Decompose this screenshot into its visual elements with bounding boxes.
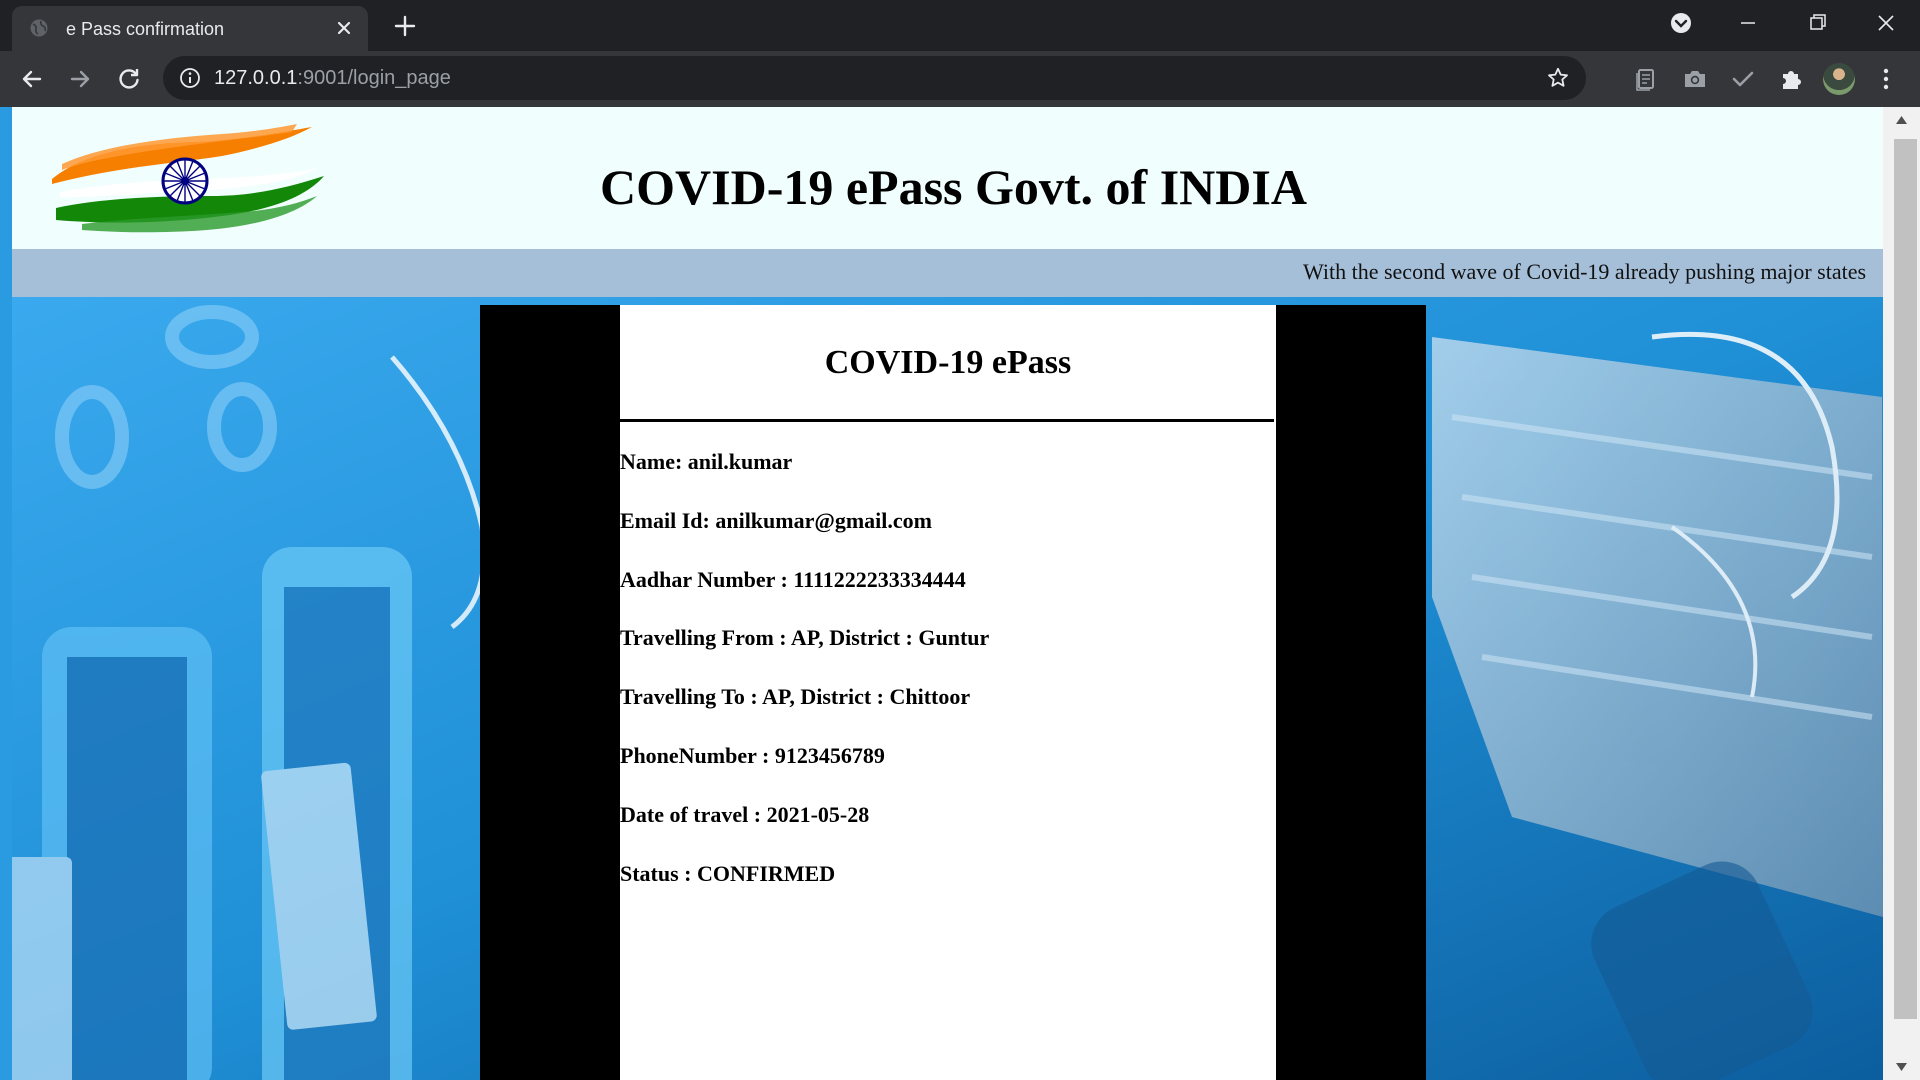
puzzle-icon[interactable] [1777, 65, 1805, 93]
plus-icon[interactable] [392, 13, 418, 39]
field-aadhar: Aadhar Number : 1111222233334444 [620, 567, 966, 592]
reading-list-icon[interactable] [1632, 65, 1660, 93]
globe-icon [30, 19, 48, 37]
page-scrollbar[interactable] [1883, 107, 1920, 1080]
field-status: Status : CONFIRMED [620, 861, 836, 886]
kebab-menu-icon[interactable] [1874, 65, 1898, 93]
site-title: COVID-19 ePass Govt. of INDIA [600, 159, 1307, 215]
star-icon[interactable] [1546, 66, 1570, 90]
address-bar[interactable]: 127.0.0.1:9001/login_page [163, 56, 1586, 100]
window-close-icon[interactable] [1866, 8, 1906, 38]
page-viewport: COVID-19 ePass Govt. of INDIA With the s… [0, 107, 1920, 1080]
info-icon[interactable] [179, 67, 201, 89]
field-phone: PhoneNumber : 9123456789 [620, 743, 885, 768]
scrollbar-thumb[interactable] [1894, 139, 1917, 1019]
field-travelling-from: Travelling From : AP, District : Guntur [620, 625, 990, 650]
browser-tab[interactable]: e Pass confirmation [12, 6, 368, 51]
field-travelling-to: Travelling To : AP, District : Chittoor [620, 684, 971, 709]
site-header: COVID-19 ePass Govt. of INDIA [12, 107, 1883, 249]
divider [620, 419, 1274, 422]
back-arrow-icon[interactable] [18, 65, 46, 93]
url-host: 127.0.0.1 [214, 67, 298, 89]
field-email: Email Id: anilkumar@gmail.com [620, 508, 932, 533]
marquee-text: With the second wave of Covid-19 already… [1303, 259, 1867, 284]
epass-card: COVID-19 ePass Name: anil.kumar Email Id… [620, 305, 1276, 1080]
camera-icon[interactable] [1681, 65, 1709, 93]
url-path: :9001/login_page [297, 67, 451, 89]
forward-arrow-icon[interactable] [66, 65, 94, 93]
minimize-icon[interactable] [1728, 8, 1768, 38]
web-page: COVID-19 ePass Govt. of INDIA With the s… [12, 107, 1883, 1080]
browser-tab-strip: e Pass confirmation [0, 0, 1920, 51]
field-date-of-travel: Date of travel : 2021-05-28 [620, 802, 870, 827]
tab-search-icon[interactable] [1661, 8, 1701, 38]
url-text: 127.0.0.1:9001/login_page [214, 67, 451, 89]
tab-title: e Pass confirmation [66, 19, 225, 39]
card-title: COVID-19 ePass [824, 344, 1072, 381]
scroll-down-arrow-icon[interactable] [1895, 1062, 1908, 1072]
profile-avatar[interactable] [1823, 63, 1855, 95]
maximize-icon[interactable] [1797, 8, 1837, 38]
scroll-up-arrow-icon[interactable] [1895, 115, 1908, 125]
checkmark-icon[interactable] [1729, 65, 1757, 93]
news-marquee: With the second wave of Covid-19 already… [12, 249, 1883, 297]
field-name: Name: anil.kumar [620, 449, 793, 474]
browser-toolbar: 127.0.0.1:9001/login_page [0, 51, 1920, 107]
close-icon[interactable] [334, 18, 354, 38]
reload-icon[interactable] [115, 65, 143, 93]
